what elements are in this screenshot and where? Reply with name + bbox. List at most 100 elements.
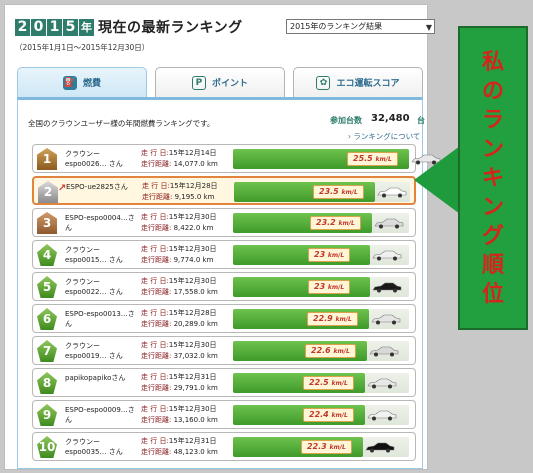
car-icon [365,442,395,453]
year-title: 2 0 1 5 年 現在の最新ランキング [15,17,243,37]
callout-char: ラ [481,107,504,133]
ranking-row[interactable]: 3 ESPO-espo0004…さん走 行 日:15年12月30日 走行距離: 8,… [32,208,416,237]
period-text: （2015年1月1日～2015年12月30日） [15,43,150,52]
fuel-value: 23 km/L [308,248,351,262]
fuel-value: 22.3 km/L [301,440,352,454]
drive-date: 15年12月30日 [168,277,217,285]
ranking-row[interactable]: 9 ESPO-espo0009…さん走 行 日:15年12月30日 走行距離: 13… [32,400,416,429]
drive-date-label: 走 行 日: [141,341,169,349]
user-name: papikopapikoさん [65,374,126,382]
drive-info: 走 行 日:15年12月30日 走行距離: 8,422.0 km [141,212,217,234]
drive-info: 走 行 日:15年12月30日 走行距離: 9,774.0 km [141,244,217,266]
tab-fuel[interactable]: ⛽ 燃費 [17,67,147,97]
tab-label: エコ運転スコア [336,79,400,89]
rank-badge: 10 [37,436,57,458]
participants-label: 参加台数 [330,116,362,125]
drive-date: 15年12月31日 [168,373,217,381]
fuel-value: 22.5 km/L [303,376,354,390]
points-icon: P [191,75,206,90]
drive-date: 15年12月30日 [168,213,217,221]
drive-date-label: 走 行 日: [141,277,169,285]
drive-distance: 17,558.0 km [171,288,218,296]
ranking-row[interactable]: 10 クラウンーespo0035… さん走 行 日:15年12月31日 走行距離: … [32,432,416,461]
my-ranking-callout: 私のランキング順位 [458,26,528,330]
callout-char: 順 [481,252,504,278]
rank-badge: 1 [37,148,57,170]
car-icon [367,378,397,389]
drive-date: 15年12月30日 [168,405,217,413]
year-digit: 0 [31,18,46,36]
drive-distance: 29,791.0 km [171,384,218,392]
ranking-row[interactable]: 8 papikopapikoさん 走 行 日:15年12月31日 走行距離: 29,7… [32,368,416,397]
drive-date-label: 走 行 日: [141,149,169,157]
drive-distance: 8,422.0 km [171,224,214,232]
callout-char: ン [481,194,504,220]
user-name: クラウンーespo0019… さん [65,342,123,360]
tab-eco-score[interactable]: ✿ エコ運転スコア [293,67,423,97]
car-icon [377,187,407,198]
year-digit: 5 [63,18,78,36]
year-suffix: 年 [79,18,94,36]
rank-badge: 9 [37,404,57,426]
ranking-row[interactable]: 7 クラウンーespo0019… さん 走 行 日:15年12月30日走行距離: 3… [32,336,416,365]
user-name: ESPO-espo0004…さん [65,214,135,232]
callout-char: の [481,78,504,104]
car-icon [367,410,397,421]
tab-points[interactable]: P ポイント [155,67,285,97]
ranking-row[interactable]: 4 クラウンーespo0015… さん走 行 日:15年12月30日 走行距離: 9… [32,240,416,269]
rank-badge: 7 [37,340,57,362]
drive-distance: 9,774.0 km [171,256,214,264]
drive-info: 走 行 日:15年12月28日 走行距離: 20,289.0 km [141,308,218,330]
ranking-row[interactable]: 6 ESPO-espo0013…さん走 行 日:15年12月28日 走行距離: 20… [32,304,416,333]
fuel-value: 22.9 km/L [307,312,358,326]
drive-date: 15年12月30日 [168,245,217,253]
period-select[interactable]: 2015年のランキング結果 ▼ [286,19,435,34]
drive-distance-label: 走行距離: [141,160,172,168]
ranking-row[interactable]: 5 クラウンーespo0022… さん走 行 日:15年12月30日 走行距離: 1… [32,272,416,301]
ranking-panel: 全国のクラウンユーザー様の年間燃費ランキングです。 参加台数 32,480 台 … [17,97,441,469]
callout-char: ン [481,136,504,162]
callout-char: 私 [481,49,504,75]
ranking-row[interactable]: 2 ↗ ESPO-ue2825さん走 行 日:15年12月28日 走行距離: 9,19… [32,176,416,205]
ranking-page: 2 0 1 5 年 現在の最新ランキング （2015年1月1日～2015年12月… [4,4,441,470]
drive-info: 走 行 日:15年12月14日 走行距離: 14,077.0 km [141,148,218,170]
drive-distance: 9,195.0 km [172,193,215,201]
user-name: クラウンーespo0035… さん [65,438,123,456]
drive-date-label: 走 行 日: [141,213,169,221]
drive-info: 走 行 日:15年12月30日 走行距離: 17,558.0 km [141,276,218,298]
drive-distance-label: 走行距離: [141,352,172,360]
user-name: クラウンーespo0015… さん [65,246,123,264]
tab-label: 燃費 [82,79,101,89]
ranking-header: 2 0 1 5 年 現在の最新ランキング （2015年1月1日～2015年12月… [15,17,435,57]
period-select-value: 2015年のランキング結果 [290,22,383,31]
drive-date-label: 走 行 日: [141,437,169,445]
page-title: 現在の最新ランキング [98,20,243,36]
drive-date-label: 走 行 日: [141,309,169,317]
car-icon [374,218,404,229]
eco-score-icon: ✿ [316,75,331,90]
car-icon [372,250,402,261]
drive-date: 15年12月14日 [168,149,217,157]
fuel-value: 23 km/L [308,280,351,294]
year-digit: 1 [47,18,62,36]
rank-badge: 8 [37,372,57,394]
ranking-row[interactable]: 1 クラウンーespo0026… さん走 行 日:15年12月14日 走行距離: 1… [32,144,441,173]
rank-badge: 6 [37,308,57,330]
participants-value: 32,480 [371,113,410,124]
drive-date: 15年12月30日 [168,341,217,349]
drive-distance: 37,032.0 km [171,352,218,360]
year-digit: 2 [15,18,30,36]
chevron-down-icon[interactable]: ▼ [426,21,432,34]
about-ranking-link[interactable]: › ランキングについて [348,131,420,142]
drive-info: 走 行 日:15年12月30日走行距離: 13,160.0 km [141,404,218,426]
drive-date-label: 走 行 日: [141,405,169,413]
callout-char: 位 [481,281,504,307]
drive-distance-label: 走行距離: [141,448,172,456]
drive-date: 15年12月31日 [168,437,217,445]
drive-distance-label: 走行距離: [141,416,172,424]
drive-distance: 13,160.0 km [171,416,218,424]
fuel-value: 23.5 km/L [313,185,364,199]
callout-char: キ [481,165,504,191]
callout-char: グ [481,223,504,249]
fuel-value: 22.4 km/L [303,408,354,422]
